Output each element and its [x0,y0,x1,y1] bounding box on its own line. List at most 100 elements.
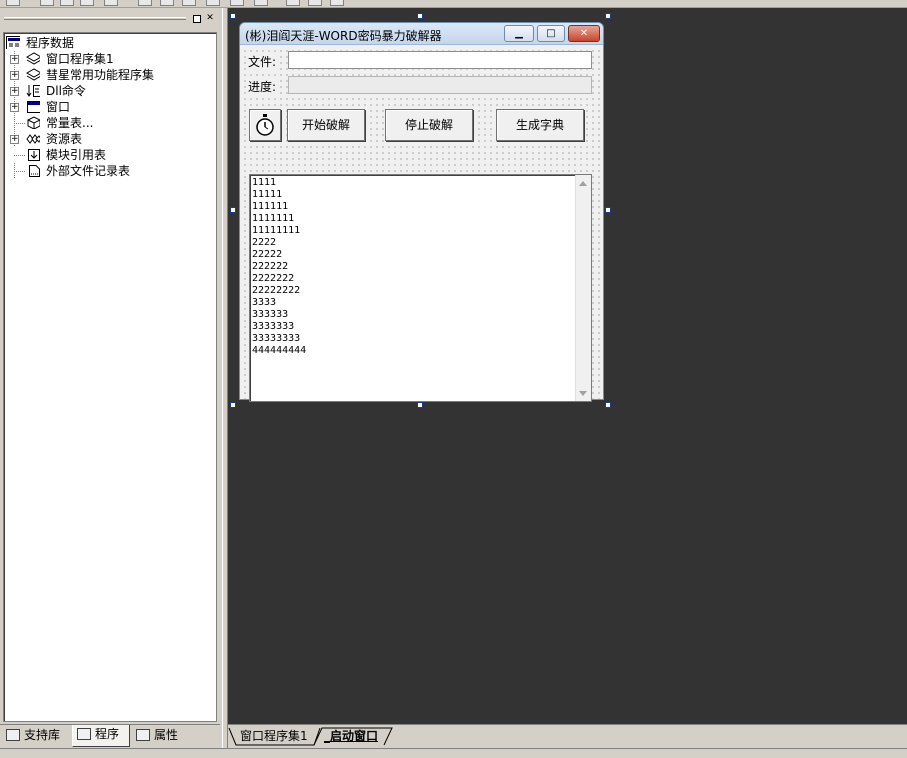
resize-handle[interactable] [605,13,611,19]
toolbar-button[interactable] [60,0,74,6]
toolbar-button[interactable] [206,0,220,6]
log-line: 1111111 [252,213,295,224]
log-line: 22222222 [252,285,301,296]
close-icon[interactable]: ✕ [205,13,215,23]
tab-support-library[interactable]: 支持库 [2,726,70,746]
progress-label: 进度: [248,78,277,95]
tree-item-module-ref[interactable]: 模块引用表 [4,147,214,163]
project-tree: 程序数据 + 窗口程序集1 + 彗星常用功能程序集 + Dll命令 + 窗口 常… [3,32,217,722]
toolbar-button[interactable] [286,0,300,6]
resize-handle[interactable] [417,13,423,19]
library-icon [6,729,20,741]
toolbar-button[interactable] [182,0,196,6]
tree-item-label: 窗口 [46,100,71,114]
log-line: 3333 [252,297,277,308]
toolbar-button[interactable] [138,0,152,6]
tree-item-label: 窗口程序集1 [46,52,114,66]
tab-label: 支持库 [24,728,61,742]
log-line: 3333333 [252,321,295,332]
scroll-up-icon[interactable] [579,181,587,186]
toolbar-button[interactable] [308,0,322,6]
generate-dictionary-button[interactable]: 生成字典 [496,109,584,141]
tree-item-constants[interactable]: 常量表... [4,115,214,131]
toolbar-button[interactable] [254,0,268,6]
toolbar-button[interactable] [80,0,94,6]
toolbar-button[interactable] [330,0,344,6]
log-scrollbar[interactable] [575,175,591,401]
tab-properties[interactable]: 属性 [132,726,188,746]
tree-item-comet-program-set[interactable]: + 彗星常用功能程序集 [4,67,214,83]
expand-icon[interactable]: + [10,135,19,144]
panel-tabs: 支持库 程序 属性 [0,724,220,748]
log-line: 333333 [252,309,289,320]
status-bar [0,748,907,758]
log-line: 444444444 [252,345,307,356]
tab-program-set[interactable]: 窗口程序集1 [240,727,308,745]
log-line: 2222 [252,237,277,248]
form-title-bar[interactable]: (彬)泪阎天涯-WORD密码暴力破解器 ▁ □ ✕ [240,23,603,45]
form-window[interactable]: (彬)泪阎天涯-WORD密码暴力破解器 ▁ □ ✕ 文件: 进度: 开始破解 停… [239,22,604,402]
toolbar-button[interactable] [160,0,174,6]
minimize-button[interactable]: ▁ [504,25,534,42]
resize-handle[interactable] [230,402,236,408]
tab-label: 属性 [154,728,179,742]
panel-grip[interactable] [4,17,186,20]
expand-icon[interactable]: + [10,71,19,80]
resize-handle[interactable] [605,207,611,213]
tree-branch [14,155,26,156]
file-record-icon [29,165,40,177]
tree-branch [14,123,26,124]
module-ref-icon [28,149,40,161]
tab-label: 程序 [95,727,120,741]
log-line: 11111 [252,189,283,200]
program-set-icon [26,68,40,81]
expand-icon[interactable]: + [10,103,19,112]
close-button[interactable]: ✕ [568,25,600,42]
tree-item-label: Dll命令 [46,84,86,98]
log-line: 222222 [252,261,289,272]
file-input[interactable] [288,51,592,69]
maximize-button[interactable]: □ [537,25,565,42]
window-icon [27,101,40,113]
tree-item-dll[interactable]: + Dll命令 [4,83,214,99]
tab-program[interactable]: 程序 [72,725,130,747]
password-log[interactable]: 1111 11111 111111 1111111 11111111 2222 22222 2… [249,174,592,402]
toolbar-button[interactable] [104,0,118,6]
log-line: 22222 [252,249,283,260]
timer-button[interactable] [249,109,281,141]
scroll-down-icon[interactable] [579,391,587,396]
resize-handle[interactable] [230,207,236,213]
toolbar-button[interactable] [6,0,20,6]
tree-item-file-records[interactable]: 外部文件记录表 [4,163,214,179]
log-line: 1111 [252,177,277,188]
tab-startup-window[interactable]: _启动窗口 [324,727,378,745]
minimize-icon: ▁ [515,28,523,39]
maximize-icon: □ [546,28,556,39]
stop-crack-button[interactable]: 停止破解 [385,109,473,141]
resource-icon [26,134,40,144]
program-icon [77,728,91,740]
log-lines: 1111 11111 111111 1111111 11111111 2222 22222 2… [252,177,306,357]
tree-branch [14,171,26,172]
tree-item-label: 资源表 [46,132,83,146]
expand-icon[interactable]: + [10,87,19,96]
form-title: (彬)泪阎天涯-WORD密码暴力破解器 [245,29,442,43]
tree-item-resources[interactable]: + 资源表 [4,131,214,147]
restore-icon[interactable] [193,15,201,23]
toolbar [0,0,907,8]
tree-item-window[interactable]: + 窗口 [4,99,214,115]
resize-handle[interactable] [417,402,423,408]
toolbar-button[interactable] [40,0,54,6]
project-panel: ✕ 程序数据 + 窗口程序集1 + 彗星常用功能程序集 + Dll命令 + 窗口… [0,8,222,748]
file-label: 文件: [248,53,277,70]
toolbar-button[interactable] [230,0,244,6]
log-line: 111111 [252,201,289,212]
tree-item-program-set[interactable]: + 窗口程序集1 [4,51,214,67]
resize-handle[interactable] [605,402,611,408]
expand-icon[interactable]: + [10,55,19,64]
start-crack-button[interactable]: 开始破解 [287,109,365,141]
resize-handle[interactable] [230,13,236,19]
program-set-icon [26,52,40,65]
tree-item-label: 模块引用表 [46,148,107,162]
tree-item-label: 彗星常用功能程序集 [46,68,155,82]
